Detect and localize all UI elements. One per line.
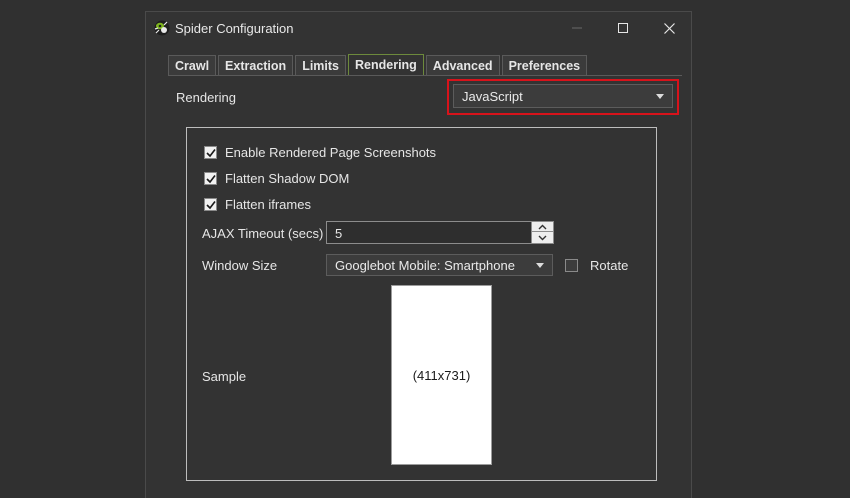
checkmark-icon: [205, 174, 216, 183]
iframes-option[interactable]: Flatten iframes: [204, 197, 311, 212]
screenshots-option[interactable]: Enable Rendered Page Screenshots: [204, 145, 436, 160]
spider-app-icon: [154, 20, 170, 36]
ajax-timeout-spinbox[interactable]: 5: [326, 221, 554, 244]
minimize-icon: [572, 27, 582, 29]
tab-crawl[interactable]: Crawl: [168, 55, 217, 76]
shadow-dom-label: Flatten Shadow DOM: [225, 171, 350, 186]
spider-configuration-window: Spider Configuration Crawl Extraction Li…: [145, 11, 692, 498]
spin-up-button[interactable]: [532, 222, 553, 232]
rotate-option[interactable]: Rotate: [565, 258, 628, 273]
ajax-timeout-label: AJAX Timeout (secs): [202, 226, 324, 241]
rendering-selected-value: JavaScript: [462, 88, 523, 104]
close-button[interactable]: [646, 12, 692, 44]
shadow-dom-checkbox[interactable]: [204, 172, 217, 185]
maximize-button[interactable]: [600, 12, 646, 44]
ajax-timeout-value: 5: [335, 226, 343, 241]
tab-rendering[interactable]: Rendering: [348, 54, 424, 76]
tab-preferences[interactable]: Preferences: [501, 55, 588, 76]
minimize-button[interactable]: [554, 12, 600, 44]
iframes-checkbox[interactable]: [204, 198, 217, 211]
config-tabs: Crawl Extraction Limits Rendering Advanc…: [168, 54, 589, 76]
iframes-label: Flatten iframes: [225, 197, 311, 212]
sample-preview: (411x731): [391, 285, 492, 465]
window-size-label: Window Size: [202, 258, 278, 273]
rendering-options-group: Enable Rendered Page Screenshots Flatten…: [186, 127, 657, 481]
shadow-dom-option[interactable]: Flatten Shadow DOM: [204, 171, 349, 186]
rotate-label: Rotate: [590, 258, 629, 273]
dropdown-arrow-icon: [536, 263, 544, 268]
tab-divider: [168, 75, 682, 76]
window-size-selected-value: Googlebot Mobile: Smartphone: [335, 257, 515, 273]
spin-buttons: [531, 222, 553, 243]
screenshots-checkbox[interactable]: [204, 146, 217, 159]
maximize-icon: [618, 23, 628, 33]
spin-down-button[interactable]: [532, 232, 553, 243]
dropdown-arrow-icon: [656, 94, 664, 99]
checkmark-icon: [205, 200, 216, 209]
close-icon: [663, 22, 675, 34]
chevron-up-icon: [538, 224, 547, 229]
tab-advanced[interactable]: Advanced: [425, 55, 500, 76]
rotate-checkbox[interactable]: [565, 259, 578, 272]
window-size-dropdown[interactable]: Googlebot Mobile: Smartphone: [326, 254, 553, 276]
checkmark-icon: [205, 148, 216, 157]
rendering-label: Rendering: [176, 90, 236, 105]
rendering-dropdown[interactable]: JavaScript: [453, 84, 673, 108]
tab-extraction[interactable]: Extraction: [218, 55, 294, 76]
sample-dimensions: (411x731): [412, 367, 471, 383]
tab-limits[interactable]: Limits: [295, 55, 346, 76]
sample-label: Sample: [202, 369, 247, 384]
chevron-down-icon: [538, 235, 547, 240]
title-bar: Spider Configuration: [146, 12, 691, 44]
window-title: Spider Configuration: [175, 21, 294, 36]
screenshots-label: Enable Rendered Page Screenshots: [225, 145, 437, 160]
